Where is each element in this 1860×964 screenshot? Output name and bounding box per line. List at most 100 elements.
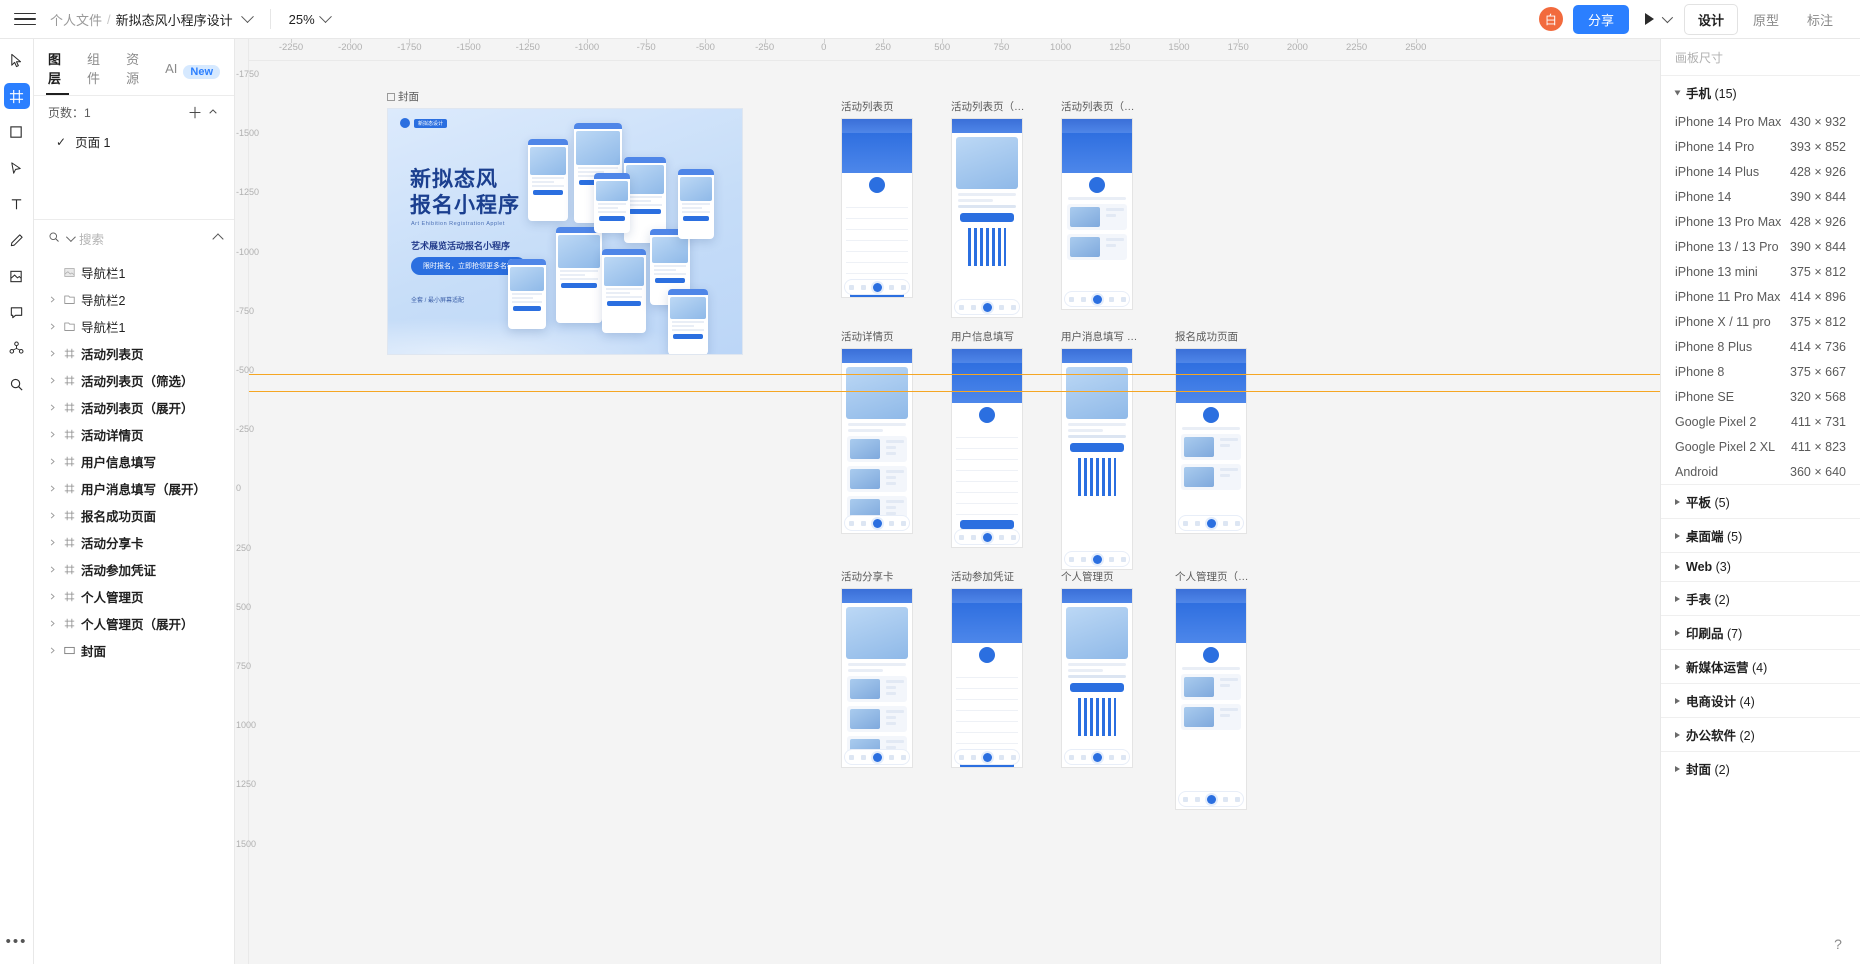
tab-prototype[interactable]: 原型: [1740, 5, 1792, 34]
more-tools-button[interactable]: •••: [4, 928, 30, 954]
chevron-right-icon[interactable]: [46, 564, 58, 576]
chevron-right-icon[interactable]: [1675, 697, 1680, 704]
chevron-right-icon[interactable]: [1675, 731, 1680, 738]
chevron-right-icon[interactable]: [46, 645, 58, 657]
breadcrumb-file-name[interactable]: 新拟态风小程序设计: [116, 10, 233, 29]
artboard[interactable]: 报名成功页面: [1175, 329, 1247, 534]
chevron-right-icon[interactable]: [1675, 765, 1680, 772]
artboard-label[interactable]: 封面: [387, 89, 743, 104]
cursor-icon[interactable]: [4, 47, 30, 73]
text-icon[interactable]: [4, 191, 30, 217]
layer-row[interactable]: 个人管理页: [34, 583, 234, 610]
chevron-right-icon[interactable]: [46, 375, 58, 387]
layer-row[interactable]: 个人管理页（展开）: [34, 610, 234, 637]
layer-row[interactable]: 导航栏1: [34, 259, 234, 286]
artboard[interactable]: 用户信息填写: [951, 329, 1023, 548]
artboard-size-item[interactable]: iPhone SE 320 × 568: [1661, 384, 1860, 409]
layer-row[interactable]: 用户消息填写（展开）: [34, 475, 234, 502]
tab-resources[interactable]: 资源: [126, 49, 145, 95]
chevron-right-icon[interactable]: [46, 483, 58, 495]
artboard-size-item[interactable]: iPhone 14 Plus 428 × 926: [1661, 159, 1860, 184]
artboard-group-header[interactable]: 印刷品 (7): [1661, 615, 1860, 649]
guide-line[interactable]: [249, 374, 1660, 375]
artboard-size-item[interactable]: Google Pixel 2 XL 411 × 823: [1661, 434, 1860, 459]
artboard-size-item[interactable]: iPhone 8 375 × 667: [1661, 359, 1860, 384]
tab-layers[interactable]: 图层: [45, 49, 70, 95]
artboard[interactable]: 活动分享卡: [841, 569, 913, 768]
chevron-right-icon[interactable]: [1675, 595, 1680, 602]
pen-icon[interactable]: [4, 155, 30, 181]
chevron-right-icon[interactable]: [1675, 663, 1680, 670]
artboard[interactable]: 活动列表页（…: [951, 99, 1025, 318]
artboard-group-header[interactable]: 桌面端 (5): [1661, 518, 1860, 552]
phone-artboard[interactable]: [1061, 348, 1133, 570]
layer-search[interactable]: 搜索: [34, 220, 234, 257]
chevron-right-icon[interactable]: [46, 510, 58, 522]
artboard-label[interactable]: 个人管理页（…: [1175, 569, 1249, 584]
pencil-icon[interactable]: [4, 227, 30, 253]
phone-artboard[interactable]: [951, 118, 1023, 318]
tab-design[interactable]: 设计: [1683, 3, 1738, 35]
tab-annotation[interactable]: 标注: [1794, 5, 1846, 34]
layer-row[interactable]: 活动分享卡: [34, 529, 234, 556]
search-input[interactable]: 搜索: [79, 229, 208, 248]
artboard[interactable]: 活动列表页: [841, 99, 913, 298]
page-item[interactable]: ✓ 页面 1: [34, 128, 234, 155]
avatar[interactable]: 白: [1538, 7, 1563, 31]
artboard[interactable]: 活动参加凭证: [951, 569, 1023, 768]
artboard-group-header[interactable]: 新媒体运营 (4): [1661, 649, 1860, 683]
present-button[interactable]: [1644, 11, 1674, 25]
search-icon[interactable]: [4, 371, 30, 397]
artboard-group-header[interactable]: 手机 (15): [1661, 75, 1860, 109]
tab-ai[interactable]: AI: [165, 61, 177, 84]
chevron-right-icon[interactable]: [1675, 564, 1680, 570]
phone-artboard[interactable]: [1175, 348, 1247, 534]
layer-row[interactable]: 活动详情页: [34, 421, 234, 448]
breadcrumb-root[interactable]: 个人文件: [50, 10, 102, 29]
artboard-group-header[interactable]: 办公软件 (2): [1661, 717, 1860, 751]
chevron-down-icon[interactable]: [1674, 90, 1681, 95]
help-button[interactable]: ?: [1828, 934, 1848, 954]
artboard-size-item[interactable]: Android 360 × 640: [1661, 459, 1860, 484]
zoom-control[interactable]: 25%: [289, 9, 332, 27]
artboard-size-item[interactable]: Google Pixel 2 411 × 731: [1661, 409, 1860, 434]
artboard-label[interactable]: 活动列表页: [841, 99, 913, 114]
layer-row[interactable]: 活动列表页: [34, 340, 234, 367]
artboard-label[interactable]: 活动详情页: [841, 329, 913, 344]
chevron-right-icon[interactable]: [46, 429, 58, 441]
artboard-label[interactable]: 活动列表页（…: [951, 99, 1025, 114]
rectangle-icon[interactable]: [4, 119, 30, 145]
share-button[interactable]: 分享: [1572, 4, 1629, 34]
phone-artboard[interactable]: [841, 588, 913, 768]
layers-list[interactable]: 导航栏1 导航栏2 导航栏1 活动列表页 活动列表页（筛选） 活动列表页（展开） 活动详情页…: [34, 257, 234, 964]
chevron-right-icon[interactable]: [1675, 498, 1680, 505]
layer-row[interactable]: 活动列表页（筛选）: [34, 367, 234, 394]
artboard-size-item[interactable]: iPhone 11 Pro Max 414 × 896: [1661, 284, 1860, 309]
canvas-area[interactable]: -2250 -2000 -1750 -1500 -1250 -1000 -750 -500 -2…: [235, 39, 1660, 964]
artboard[interactable]: 活动列表页（…: [1061, 99, 1135, 310]
artboard[interactable]: 个人管理页（…: [1175, 569, 1249, 810]
chevron-right-icon[interactable]: [46, 456, 58, 468]
phone-artboard[interactable]: [841, 348, 913, 534]
chevron-up-icon[interactable]: [204, 103, 222, 121]
phone-artboard[interactable]: [951, 588, 1023, 768]
artboard-group-header[interactable]: 手表 (2): [1661, 581, 1860, 615]
artboard-size-item[interactable]: iPhone X / 11 pro 375 × 812: [1661, 309, 1860, 334]
artboard-size-item[interactable]: iPhone 14 390 × 844: [1661, 184, 1860, 209]
layer-row[interactable]: 导航栏2: [34, 286, 234, 313]
artboard-label[interactable]: 活动分享卡: [841, 569, 913, 584]
image-icon[interactable]: [4, 263, 30, 289]
artboard-label[interactable]: 活动列表页（…: [1061, 99, 1135, 114]
comment-icon[interactable]: [4, 299, 30, 325]
phone-artboard[interactable]: [1061, 118, 1133, 310]
artboard[interactable]: 封面 新拟态设计 新拟态风 报名小程序 Art Ehibition Registrati…: [387, 89, 743, 355]
artboard-label[interactable]: 用户信息填写: [951, 329, 1023, 344]
layer-row[interactable]: 用户信息填写: [34, 448, 234, 475]
chevron-down-icon[interactable]: [240, 9, 254, 23]
chevron-right-icon[interactable]: [1675, 532, 1680, 539]
component-icon[interactable]: [4, 335, 30, 361]
layer-row[interactable]: 报名成功页面: [34, 502, 234, 529]
layer-row[interactable]: 活动列表页（展开）: [34, 394, 234, 421]
phone-artboard[interactable]: [1061, 588, 1133, 768]
chevron-right-icon[interactable]: [1675, 629, 1680, 636]
